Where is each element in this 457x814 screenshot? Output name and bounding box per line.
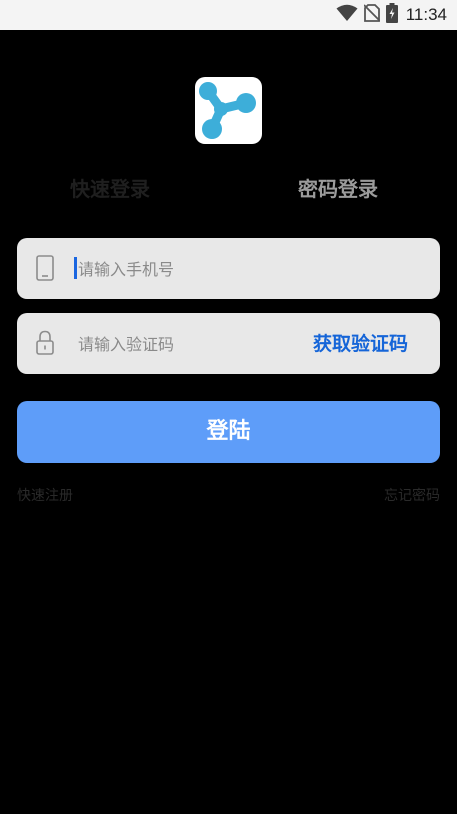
battery-charging-icon — [385, 3, 398, 27]
code-input[interactable] — [75, 331, 298, 357]
status-time: 11:34 — [405, 5, 447, 24]
phone-input[interactable] — [75, 256, 298, 282]
get-code-button[interactable]: 获取验证码 — [313, 330, 408, 358]
code-field[interactable]: 获取验证码 — [17, 313, 440, 374]
login-button[interactable]: 登陆 — [17, 401, 440, 463]
no-sim-icon — [363, 4, 381, 26]
phone-icon — [35, 254, 55, 286]
status-bar: 11:34 — [0, 0, 457, 30]
status-icons: 11:34 — [336, 0, 447, 30]
app-logo — [195, 77, 262, 144]
tab-quick-login[interactable]: 快速登录 — [70, 174, 150, 204]
register-link[interactable]: 快速注册 — [17, 486, 73, 506]
wifi-icon — [336, 4, 358, 26]
phone-field[interactable] — [17, 238, 440, 299]
molecule-logo-icon — [199, 82, 256, 139]
forgot-password-link[interactable]: 忘记密码 — [384, 486, 440, 506]
lock-icon — [35, 329, 55, 361]
tab-password-login[interactable]: 密码登录 — [298, 174, 378, 204]
